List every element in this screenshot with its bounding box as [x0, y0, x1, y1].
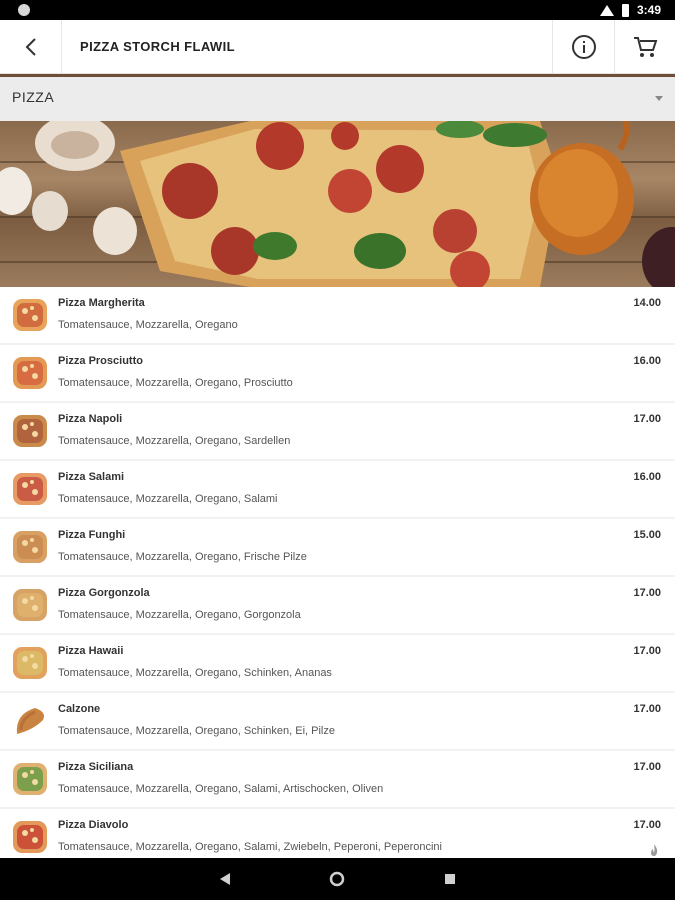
- menu-item-price: 17.00: [633, 761, 661, 773]
- pizza-thumbnail: [12, 530, 48, 564]
- pizza-thumbnail: [12, 298, 48, 332]
- menu-list: Pizza Margherita Tomatensauce, Mozzarella…: [0, 287, 675, 858]
- menu-item[interactable]: Pizza Napoli Tomatensauce, Mozzarella, Or…: [0, 403, 675, 459]
- menu-item[interactable]: Pizza Diavolo Tomatensauce, Mozzarella, O…: [0, 809, 675, 858]
- menu-item-price: 16.00: [633, 471, 661, 483]
- menu-item-price: 15.00: [633, 529, 661, 541]
- nav-recents-icon: [445, 874, 455, 884]
- menu-item[interactable]: Pizza Prosciutto Tomatensauce, Mozzarella…: [0, 345, 675, 401]
- menu-item-price: 17.00: [633, 819, 661, 831]
- menu-item-description: Tomatensauce, Mozzarella, Oregano, Schin…: [58, 725, 335, 737]
- menu-item-description: Tomatensauce, Mozzarella, Oregano, Schin…: [58, 667, 332, 679]
- nav-back-button[interactable]: [210, 858, 240, 900]
- menu-item-name: Pizza Siciliana: [58, 761, 134, 773]
- navigation-bar: [0, 858, 675, 900]
- menu-item[interactable]: Pizza Salami Tomatensauce, Mozzarella, Or…: [0, 461, 675, 517]
- menu-item-description: Tomatensauce, Mozzarella, Oregano, Sarde…: [58, 435, 291, 447]
- category-label: PIZZA: [12, 89, 55, 105]
- menu-item-name: Pizza Diavolo: [58, 819, 129, 831]
- menu-item-description: Tomatensauce, Mozzarella, Oregano, Frisc…: [58, 551, 307, 563]
- notification-icon: [18, 4, 30, 16]
- status-bar: 3:49: [0, 0, 675, 20]
- menu-item-name: Pizza Gorgonzola: [58, 587, 150, 599]
- menu-item-name: Pizza Hawaii: [58, 645, 124, 657]
- page-title: PIZZA STORCH FLAWIL: [80, 39, 235, 54]
- nav-home-button[interactable]: [322, 858, 352, 900]
- menu-item-description: Tomatensauce, Mozzarella, Oregano, Gorgo…: [58, 609, 301, 621]
- menu-item-description: Tomatensauce, Mozzarella, Oregano: [58, 319, 238, 331]
- pizza-thumbnail: [12, 414, 48, 448]
- pizza-thumbnail: [12, 472, 48, 506]
- menu-item[interactable]: Pizza Hawaii Tomatensauce, Mozzarella, Or…: [0, 635, 675, 691]
- pizza-thumbnail: [12, 356, 48, 390]
- menu-item-description: Tomatensauce, Mozzarella, Oregano, Salam…: [58, 841, 442, 853]
- chevron-down-icon: [655, 96, 663, 101]
- menu-item-description: Tomatensauce, Mozzarella, Oregano, Salam…: [58, 783, 384, 795]
- menu-item[interactable]: Pizza Funghi Tomatensauce, Mozzarella, Or…: [0, 519, 675, 575]
- menu-item-price: 17.00: [633, 413, 661, 425]
- hero-image: [0, 121, 675, 287]
- pizza-thumbnail: [12, 820, 48, 854]
- menu-item-name: Calzone: [58, 703, 101, 715]
- menu-item[interactable]: Calzone Tomatensauce, Mozzarella, Oregano…: [0, 693, 675, 749]
- menu-item-name: Pizza Napoli: [58, 413, 123, 425]
- pizza-thumbnail: [12, 704, 48, 738]
- menu-item-description: Tomatensauce, Mozzarella, Oregano, Salam…: [58, 493, 278, 505]
- menu-item-price: 17.00: [633, 645, 661, 657]
- nav-back-icon: [220, 873, 230, 885]
- cart-icon: [634, 37, 658, 57]
- menu-item-name: Pizza Salami: [58, 471, 125, 483]
- menu-item-name: Pizza Margherita: [58, 297, 145, 309]
- spicy-icon: [649, 843, 659, 857]
- wifi-icon: [599, 4, 614, 16]
- menu-item-name: Pizza Prosciutto: [58, 355, 143, 367]
- arrow-back-icon: [25, 38, 36, 56]
- info-button[interactable]: [552, 20, 614, 74]
- menu-item-name: Pizza Funghi: [58, 529, 126, 541]
- back-button[interactable]: [0, 20, 62, 74]
- menu-item-price: 14.00: [633, 297, 661, 309]
- cart-button[interactable]: [614, 20, 675, 74]
- menu-item-price: 16.00: [633, 355, 661, 367]
- clock: 3:49: [636, 3, 661, 17]
- nav-recents-button[interactable]: [435, 858, 465, 900]
- menu-item[interactable]: Pizza Margherita Tomatensauce, Mozzarella…: [0, 287, 675, 343]
- menu-item-price: 17.00: [633, 703, 661, 715]
- app-bar: PIZZA STORCH FLAWIL: [0, 20, 675, 74]
- pizza-thumbnail: [12, 588, 48, 622]
- info-icon: [571, 35, 596, 59]
- menu-item[interactable]: Pizza Gorgonzola Tomatensauce, Mozzarella…: [0, 577, 675, 633]
- pizza-thumbnail: [12, 762, 48, 796]
- nav-home-icon: [329, 871, 345, 887]
- menu-item-price: 17.00: [633, 587, 661, 599]
- menu-item[interactable]: Pizza Siciliana Tomatensauce, Mozzarella,…: [0, 751, 675, 807]
- menu-item-description: Tomatensauce, Mozzarella, Oregano, Prosc…: [58, 377, 293, 389]
- category-dropdown[interactable]: PIZZA: [0, 74, 675, 121]
- status-icons: 3:49: [599, 3, 661, 17]
- battery-icon: [621, 3, 629, 17]
- pizza-thumbnail: [12, 646, 48, 680]
